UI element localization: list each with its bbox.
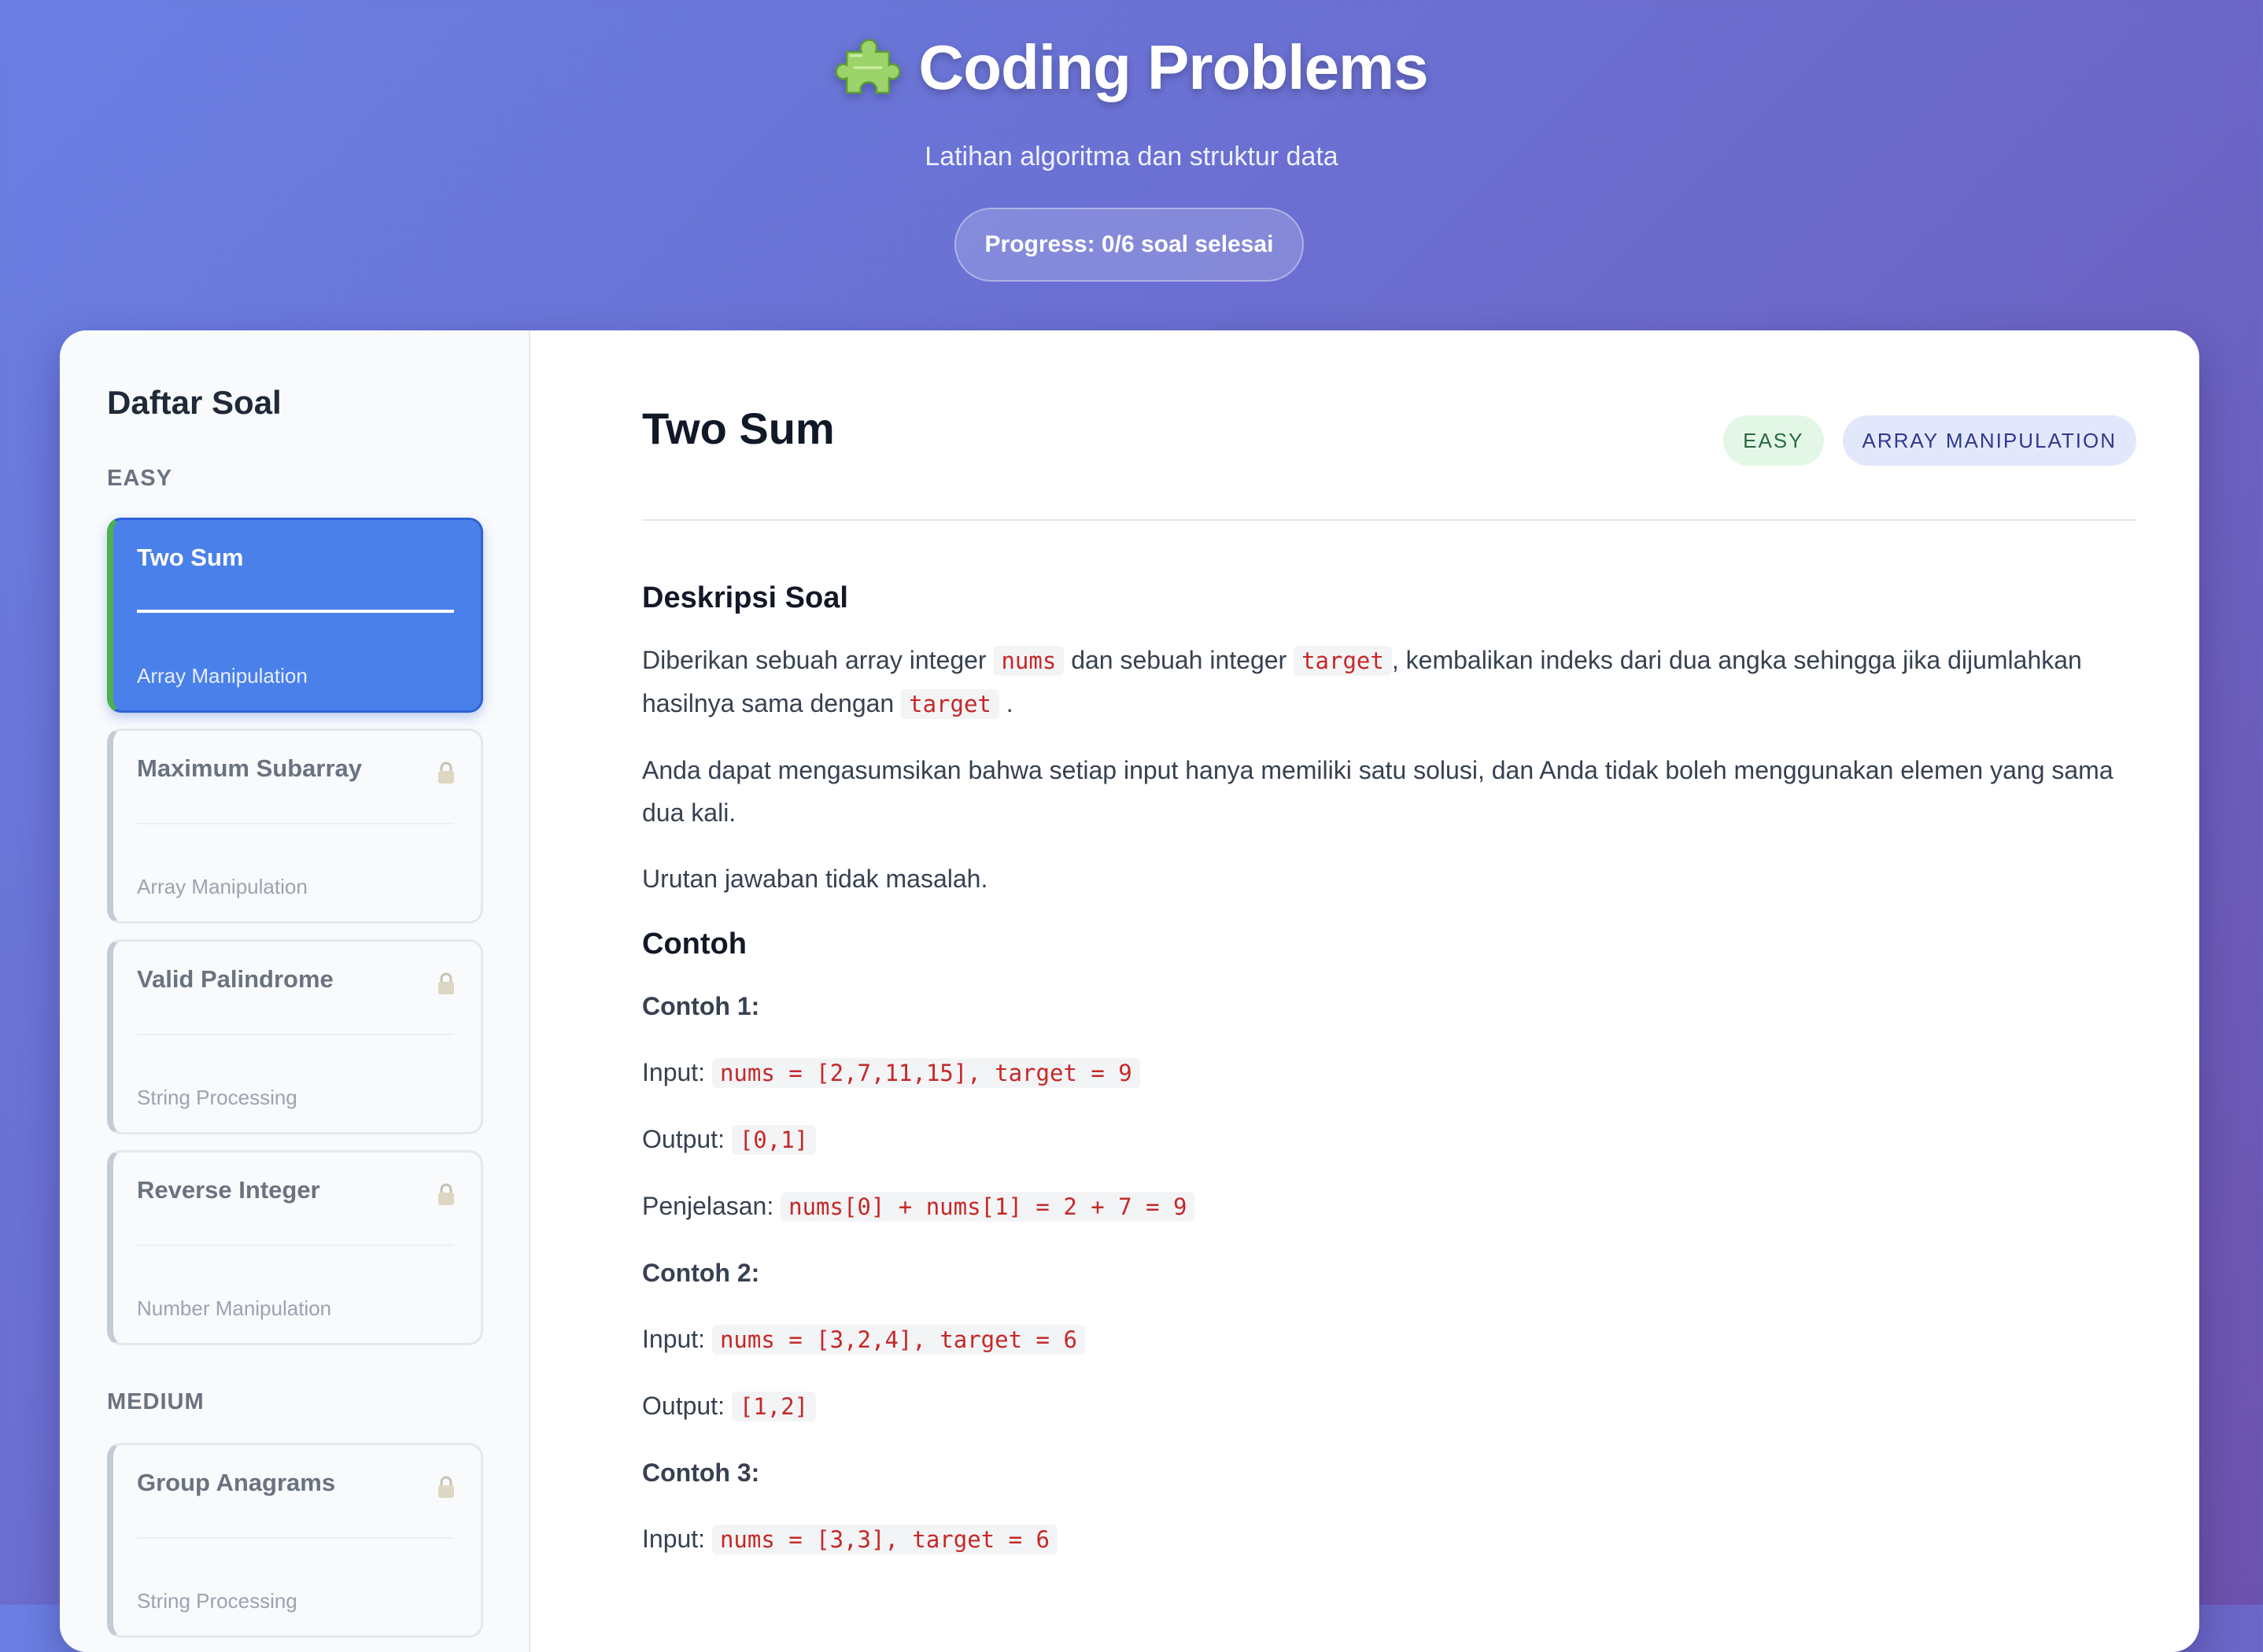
inline-code: nums — [993, 646, 1065, 676]
problem-item-maximum-subarray[interactable]: Maximum Subarray Array Manipulation — [107, 728, 483, 924]
problem-divider — [137, 1537, 454, 1539]
problem-title: Two Sum — [642, 404, 835, 453]
problem-item-group-anagrams[interactable]: Group Anagrams String Processing — [107, 1443, 483, 1638]
desc-text: . — [1006, 689, 1013, 717]
code-value: nums = [3,2,4], target = 6 — [711, 1325, 1085, 1355]
example-2-label: Contoh 2: — [642, 1259, 760, 1287]
problem-name: Group Anagrams — [137, 1469, 336, 1496]
field-label: Penjelasan: — [642, 1192, 774, 1220]
problem-category: Array Manipulation — [137, 875, 308, 898]
desc-text: Diberikan sebuah array integer — [642, 646, 987, 674]
group-label-medium: MEDIUM — [107, 1389, 205, 1414]
difficulty-badge: EASY — [1723, 415, 1824, 466]
description-paragraph-1: Diberikan sebuah array integer nums dan … — [642, 639, 2136, 725]
problem-divider — [137, 610, 454, 613]
field-label: Output: — [642, 1392, 725, 1420]
puzzle-piece-icon — [835, 39, 901, 94]
inline-code: target — [1294, 646, 1392, 676]
problem-sidebar: Daftar Soal EASY Two Sum Array Manipulat… — [60, 330, 530, 1652]
code-value: nums = [2,7,11,15], target = 9 — [711, 1058, 1140, 1088]
sidebar-title: Daftar Soal — [107, 384, 282, 421]
problem-item-two-sum[interactable]: Two Sum Array Manipulation — [107, 518, 483, 713]
lock-icon — [438, 1476, 454, 1498]
problem-category: String Processing — [137, 1589, 297, 1613]
main-card: Daftar Soal EASY Two Sum Array Manipulat… — [60, 330, 2199, 1652]
desc-text: dan sebuah integer — [1071, 646, 1287, 674]
example-3-label: Contoh 3: — [642, 1458, 760, 1487]
code-value: [1,2] — [731, 1392, 817, 1422]
category-badge: ARRAY MANIPULATION — [1842, 415, 2136, 466]
example-3-input: Input: nums = [3,3], target = 6 — [642, 1517, 2136, 1561]
progress-badge: Progress: 0/6 soal selesai — [954, 208, 1304, 282]
title-row: Coding Problems — [0, 31, 2263, 104]
example-2-output: Output: [1,2] — [642, 1385, 2136, 1428]
problem-badges: EASY ARRAY MANIPULATION — [1723, 415, 2136, 466]
description-paragraph-2: Anda dapat mengasumsikan bahwa setiap in… — [642, 756, 2113, 827]
problem-category: Number Manipulation — [137, 1296, 332, 1320]
problem-name: Maximum Subarray — [137, 754, 362, 782]
problem-content: Two Sum EASY ARRAY MANIPULATION Deskrips… — [530, 330, 2199, 1652]
example-1-input: Input: nums = [2,7,11,15], target = 9 — [642, 1051, 2136, 1094]
code-value: nums[0] + nums[1] = 2 + 7 = 9 — [781, 1192, 1195, 1222]
field-label: Input: — [642, 1525, 706, 1553]
problem-divider — [137, 823, 454, 824]
page-subtitle: Latihan algoritma dan struktur data — [925, 142, 1338, 171]
page-title: Coding Problems — [918, 32, 1428, 102]
example-2-input: Input: nums = [3,2,4], target = 6 — [642, 1318, 2136, 1361]
code-value: nums = [3,3], target = 6 — [711, 1525, 1058, 1554]
description-heading: Deskripsi Soal — [642, 581, 848, 614]
field-label: Input: — [642, 1325, 706, 1353]
problem-category: Array Manipulation — [137, 664, 308, 688]
page-header: Coding Problems Latihan algoritma dan st… — [0, 0, 2263, 330]
example-1-output: Output: [0,1] — [642, 1118, 2136, 1161]
description-paragraph-3: Urutan jawaban tidak masalah. — [642, 865, 988, 893]
inline-code: target — [901, 689, 999, 719]
example-1-label: Contoh 1: — [642, 992, 760, 1020]
problem-category: String Processing — [137, 1086, 297, 1109]
problem-item-valid-palindrome[interactable]: Valid Palindrome String Processing — [107, 939, 483, 1134]
problem-name: Two Sum — [137, 544, 244, 571]
lock-icon — [438, 1183, 454, 1205]
code-value: [0,1] — [731, 1125, 817, 1155]
title-divider — [642, 519, 2136, 521]
lock-icon — [438, 972, 454, 994]
problem-item-reverse-integer[interactable]: Reverse Integer Number Manipulation — [107, 1150, 483, 1345]
field-label: Output: — [642, 1125, 725, 1153]
group-label-easy: EASY — [107, 466, 172, 491]
problem-name: Reverse Integer — [137, 1176, 320, 1204]
problem-divider — [137, 1034, 454, 1035]
problem-body: Deskripsi Soal Diberikan sebuah array in… — [642, 574, 2136, 1584]
example-1-explanation: Penjelasan: nums[0] + nums[1] = 2 + 7 = … — [642, 1185, 2136, 1228]
examples-heading: Contoh — [642, 927, 747, 961]
lock-icon — [438, 761, 454, 784]
problem-name: Valid Palindrome — [137, 965, 334, 993]
problem-divider — [137, 1245, 454, 1246]
field-label: Input: — [642, 1058, 706, 1086]
